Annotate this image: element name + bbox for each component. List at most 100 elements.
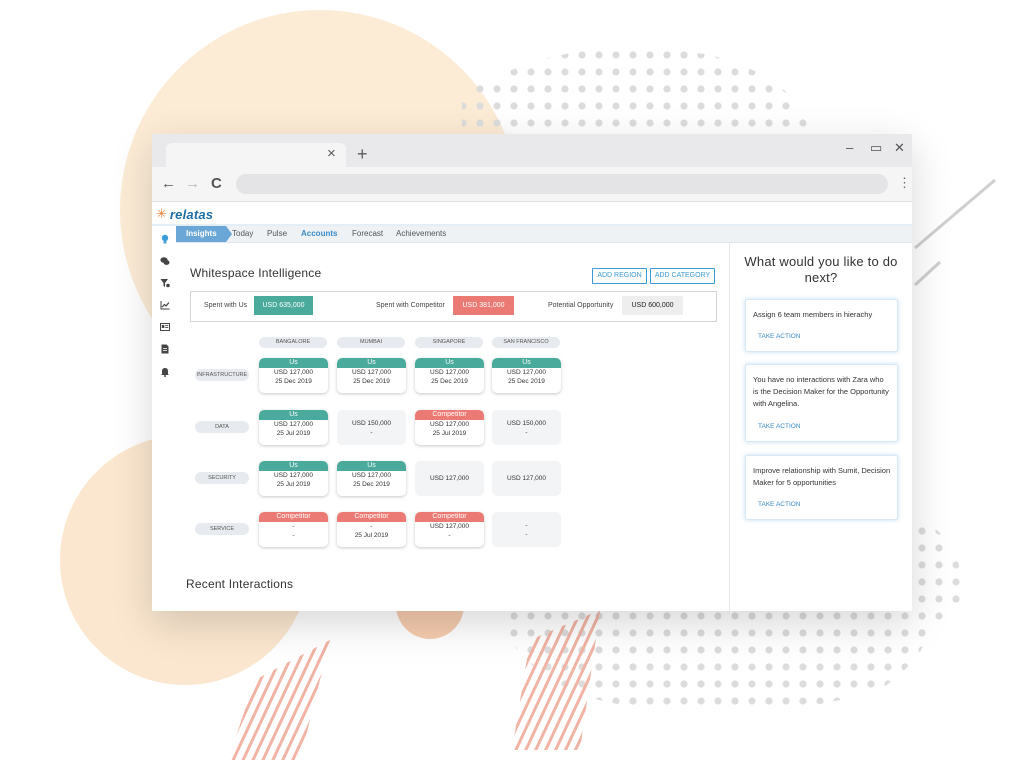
region-header-mumbai: MUMBAI — [337, 337, 405, 348]
minimize-icon[interactable]: – — [846, 140, 853, 156]
lightbulb-icon[interactable] — [160, 234, 170, 244]
id-card-icon[interactable] — [160, 322, 170, 332]
competitor-badge: Competitor — [259, 512, 328, 522]
whitespace-cell[interactable]: USD 150,000 - — [492, 410, 561, 445]
whitespace-cell[interactable]: Us USD 127,000 25 Dec 2019 — [337, 358, 406, 393]
close-window-icon[interactable]: ✕ — [894, 140, 905, 156]
bg-dots-right — [915, 520, 965, 632]
cell-amount: USD 127,000 — [429, 421, 470, 428]
us-badge: Us — [492, 358, 561, 368]
add-category-button[interactable]: ADD CATEGORY — [650, 268, 715, 284]
whitespace-cell[interactable]: USD 127,000 — [415, 461, 484, 496]
cell-amount: USD 127,000 — [429, 369, 470, 376]
whitespace-cell[interactable]: USD 127,000 — [492, 461, 561, 496]
address-bar[interactable] — [236, 174, 888, 194]
cell-date: - — [370, 429, 373, 436]
recent-interactions-title: Recent Interactions — [186, 577, 294, 591]
us-badge: Us — [415, 358, 484, 368]
bell-icon[interactable] — [160, 367, 170, 377]
whitespace-cell[interactable]: Us USD 127,000 25 Dec 2019 — [492, 358, 561, 393]
take-action-link[interactable]: TAKE ACTION — [758, 333, 801, 340]
chat-icon[interactable] — [160, 256, 170, 266]
app-logo[interactable]: ✳ relatas — [156, 206, 213, 222]
competitor-badge: Competitor — [415, 410, 484, 420]
whitespace-panel: Whitespace Intelligence ADD REGION ADD C… — [176, 243, 729, 611]
cell-amount: - — [525, 522, 528, 529]
menu-today[interactable]: Today — [232, 228, 253, 240]
menu-accounts[interactable]: Accounts — [301, 228, 337, 240]
whitespace-cell[interactable]: Us USD 127,000 25 Dec 2019 — [337, 461, 406, 496]
forward-icon[interactable]: → — [185, 175, 200, 193]
cell-amount: USD 127,000 — [273, 369, 314, 376]
whitespace-cell[interactable]: Us USD 127,000 25 Dec 2019 — [415, 358, 484, 393]
browser-window: × + – ▭ ✕ ← → C ⋮ ✳ relatas Insights Tod… — [152, 134, 912, 611]
action-card-text: Assign 6 team members in hierachy — [753, 310, 873, 319]
cell-date: - — [525, 429, 528, 436]
cell-date: 25 Jul 2019 — [276, 481, 311, 488]
back-icon[interactable]: ← — [161, 175, 176, 193]
category-label-data: DATA — [195, 421, 249, 433]
browser-menu-icon[interactable]: ⋮ — [898, 175, 911, 191]
maximize-icon[interactable]: ▭ — [870, 140, 882, 156]
whitespace-cell[interactable]: Competitor USD 127,000 - — [415, 512, 484, 547]
cell-date: 25 Jul 2019 — [432, 430, 467, 437]
us-badge: Us — [259, 358, 328, 368]
action-card-text: Improve relationship with Sumit, Decisio… — [753, 466, 891, 487]
cell-amount: USD 127,000 — [429, 523, 470, 530]
cell-amount: - — [370, 523, 373, 530]
cell-amount: USD 127,000 — [351, 472, 392, 479]
whitespace-cell[interactable]: -- — [492, 512, 561, 547]
action-card: You have no interactions with Zara who i… — [745, 364, 898, 442]
whitespace-cell[interactable]: Us USD 127,000 25 Dec 2019 — [259, 358, 328, 393]
cell-date: 25 Jul 2019 — [276, 430, 311, 437]
browser-navbar: ← → C ⋮ — [152, 167, 912, 202]
bg-line-2 — [913, 260, 942, 287]
add-region-button[interactable]: ADD REGION — [592, 268, 647, 284]
cell-date: 25 Dec 2019 — [431, 378, 468, 385]
whitespace-cell[interactable]: Us USD 127,000 25 Jul 2019 — [259, 461, 328, 496]
tab-close-icon[interactable]: × — [327, 146, 336, 162]
take-action-link[interactable]: TAKE ACTION — [758, 423, 801, 430]
whitespace-cell[interactable]: Competitor - - — [259, 512, 328, 547]
menu-achievements[interactable]: Achievements — [396, 228, 446, 240]
category-label-service: SERVICE — [195, 523, 249, 535]
browser-tab[interactable] — [166, 143, 346, 167]
action-card: Improve relationship with Sumit, Decisio… — [745, 455, 898, 520]
potential-value: USD 600,000 — [622, 296, 683, 315]
summary-bar: Spent with Us USD 635,000 Spent with Com… — [190, 291, 717, 322]
document-icon[interactable] — [160, 344, 170, 354]
new-tab-icon[interactable]: + — [357, 144, 368, 164]
us-badge: Us — [337, 461, 406, 471]
competitor-badge: Competitor — [337, 512, 406, 522]
whitespace-cell[interactable]: Us USD 127,000 25 Jul 2019 — [259, 410, 328, 445]
region-header-bangalore: BANGALORE — [259, 337, 327, 348]
top-menu: Insights Today Pulse Accounts Forecast A… — [176, 226, 912, 243]
cell-date: 25 Dec 2019 — [353, 481, 390, 488]
us-badge: Us — [337, 358, 406, 368]
line-chart-icon[interactable] — [160, 300, 170, 310]
next-actions-title: What would you like to do next? — [744, 254, 898, 285]
cell-date: 25 Dec 2019 — [275, 378, 312, 385]
spent-competitor-label: Spent with Competitor — [376, 302, 445, 309]
menu-forecast[interactable]: Forecast — [352, 228, 383, 240]
action-card: Assign 6 team members in hierachy TAKE A… — [745, 299, 898, 352]
whitespace-cell[interactable]: Competitor USD 127,000 25 Jul 2019 — [415, 410, 484, 445]
whitespace-cell[interactable]: USD 150,000 - — [337, 410, 406, 445]
browser-titlebar: × + – ▭ ✕ — [152, 134, 912, 167]
cell-amount: - — [292, 523, 295, 530]
reload-icon[interactable]: C — [211, 175, 222, 193]
region-header-san-francisco: SAN FRANCISCO — [492, 337, 560, 348]
cell-amount: USD 127,000 — [506, 475, 547, 482]
take-action-link[interactable]: TAKE ACTION — [758, 501, 801, 508]
sun-asterisk-icon: ✳ — [156, 206, 167, 221]
whitespace-cell[interactable]: Competitor - 25 Jul 2019 — [337, 512, 406, 547]
menu-insights[interactable]: Insights — [186, 228, 217, 240]
bg-dots-top — [462, 48, 810, 140]
filter-icon[interactable] — [160, 278, 170, 288]
action-card-text: You have no interactions with Zara who i… — [753, 375, 889, 408]
menu-pulse[interactable]: Pulse — [267, 228, 287, 240]
cell-amount: USD 150,000 — [506, 420, 547, 427]
cell-amount: USD 127,000 — [273, 421, 314, 428]
cell-date: 25 Dec 2019 — [353, 378, 390, 385]
category-label-infrastructure: INFRASTRUCTURE — [195, 369, 249, 381]
